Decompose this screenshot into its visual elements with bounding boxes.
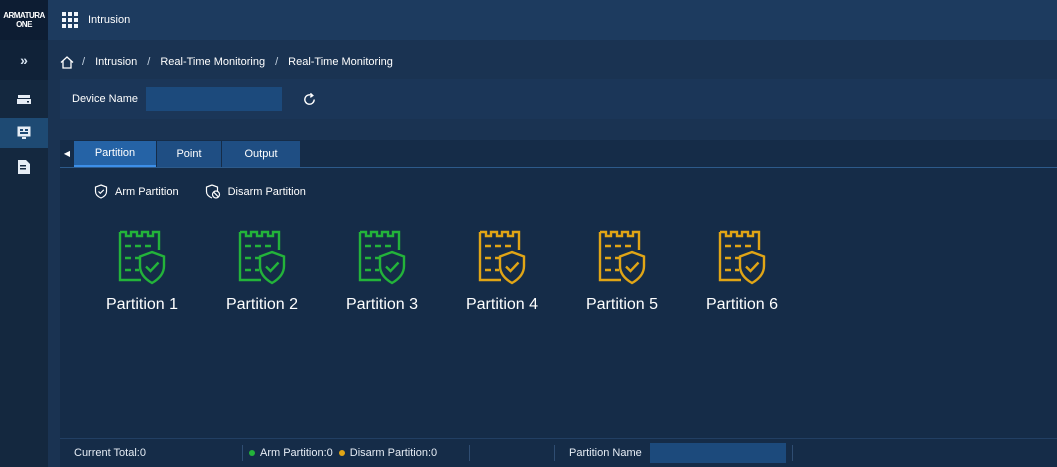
- breadcrumb-item-intrusion[interactable]: Intrusion: [95, 56, 137, 68]
- tab-output[interactable]: Output: [222, 141, 300, 167]
- status-bar: Current Total:0 Arm Partition:0 Disarm P…: [60, 438, 1057, 467]
- main-panel: ◀ Partition Point Output Arm Partition D…: [60, 140, 1057, 467]
- castle-shield-icon: [598, 230, 646, 285]
- disarm-partition-label: Disarm Partition: [227, 185, 306, 198]
- breadcrumb-item-current: Real-Time Monitoring: [288, 56, 393, 68]
- disarm-partition-button[interactable]: Disarm Partition: [205, 184, 306, 199]
- app-title: Intrusion: [88, 14, 131, 26]
- breadcrumb: / Intrusion / Real-Time Monitoring / Rea…: [48, 49, 393, 75]
- breadcrumb-item-realtime[interactable]: Real-Time Monitoring: [160, 56, 265, 68]
- status-legend: Arm Partition:0 Disarm Partition:0: [249, 447, 469, 459]
- arm-count: Arm Partition:0: [260, 447, 333, 459]
- partition-card[interactable]: Partition 2: [202, 228, 322, 314]
- shield-disarm-icon: [205, 184, 220, 199]
- shield-check-icon: [94, 184, 108, 199]
- partition-name: Partition 6: [705, 296, 779, 313]
- legend-arm: Arm Partition:0: [249, 447, 333, 459]
- partition-name: Partition 4: [465, 296, 539, 313]
- tab-bar: ◀ Partition Point Output: [60, 140, 1057, 168]
- home-icon[interactable]: [60, 55, 74, 69]
- partition-name-label: Partition Name: [569, 447, 642, 459]
- divider: [469, 445, 470, 461]
- apps-grid-icon[interactable]: [62, 11, 80, 29]
- top-bar: ARMATURA ONE Intrusion: [0, 0, 1057, 40]
- castle-shield-icon: [118, 230, 166, 285]
- castle-shield-icon: [238, 230, 286, 285]
- breadcrumb-separator: /: [275, 56, 279, 68]
- partition-name: Partition 5: [585, 296, 659, 313]
- castle-shield-icon: [718, 230, 766, 285]
- breadcrumb-separator: /: [82, 56, 86, 68]
- divider: [791, 445, 793, 461]
- armatura-logo[interactable]: ARMATURA ONE: [0, 0, 48, 40]
- partition-name: Partition 2: [225, 296, 299, 313]
- partition-card[interactable]: Partition 6: [682, 228, 802, 314]
- tab-point[interactable]: Point: [157, 141, 221, 167]
- disarm-dot-icon: [338, 450, 345, 456]
- partition-card[interactable]: Partition 4: [442, 228, 562, 314]
- partition-name: Partition 1: [105, 296, 179, 313]
- arm-partition-button[interactable]: Arm Partition: [94, 184, 179, 199]
- castle-shield-icon: [358, 230, 406, 285]
- sidebar-item-devices[interactable]: [0, 84, 48, 114]
- partition-name: Partition 3: [345, 296, 419, 313]
- divider: [242, 445, 243, 461]
- refresh-icon: [303, 92, 315, 105]
- monitor-icon: [17, 126, 31, 139]
- disarm-count: Disarm Partition:0: [349, 447, 438, 459]
- filter-bar: Device Name: [60, 79, 1057, 119]
- logo-line1: ARMATURA: [3, 11, 45, 20]
- legend-disarm: Disarm Partition:0: [338, 447, 438, 459]
- device-name-label: Device Name: [72, 93, 139, 105]
- partition-actions: Arm Partition Disarm Partition: [94, 184, 332, 199]
- sidebar-expand-button[interactable]: »: [0, 40, 48, 80]
- logo-line2: ONE: [16, 20, 32, 29]
- partition-card[interactable]: Partition 1: [82, 228, 202, 314]
- divider: [554, 445, 555, 461]
- drive-icon: [17, 95, 31, 104]
- sidebar-item-reports[interactable]: [0, 152, 48, 182]
- castle-shield-icon: [478, 230, 526, 285]
- partition-list: Partition 1 Partition 2 Partition 3 Part…: [82, 228, 802, 314]
- report-icon: [18, 160, 30, 174]
- partition-card[interactable]: Partition 5: [562, 228, 682, 314]
- tab-scroll-left-button[interactable]: ◀: [60, 139, 74, 167]
- tab-partition[interactable]: Partition: [74, 141, 156, 167]
- partition-name-input[interactable]: [649, 443, 786, 463]
- partition-card[interactable]: Partition 3: [322, 228, 442, 314]
- sidebar: »: [0, 40, 48, 467]
- device-name-input[interactable]: [146, 87, 283, 111]
- breadcrumb-separator: /: [147, 56, 151, 68]
- current-total: Current Total:0: [74, 447, 146, 459]
- sidebar-item-monitoring[interactable]: [0, 118, 48, 148]
- arm-dot-icon: [249, 450, 255, 456]
- arm-partition-label: Arm Partition: [115, 185, 179, 198]
- refresh-button[interactable]: [300, 90, 318, 108]
